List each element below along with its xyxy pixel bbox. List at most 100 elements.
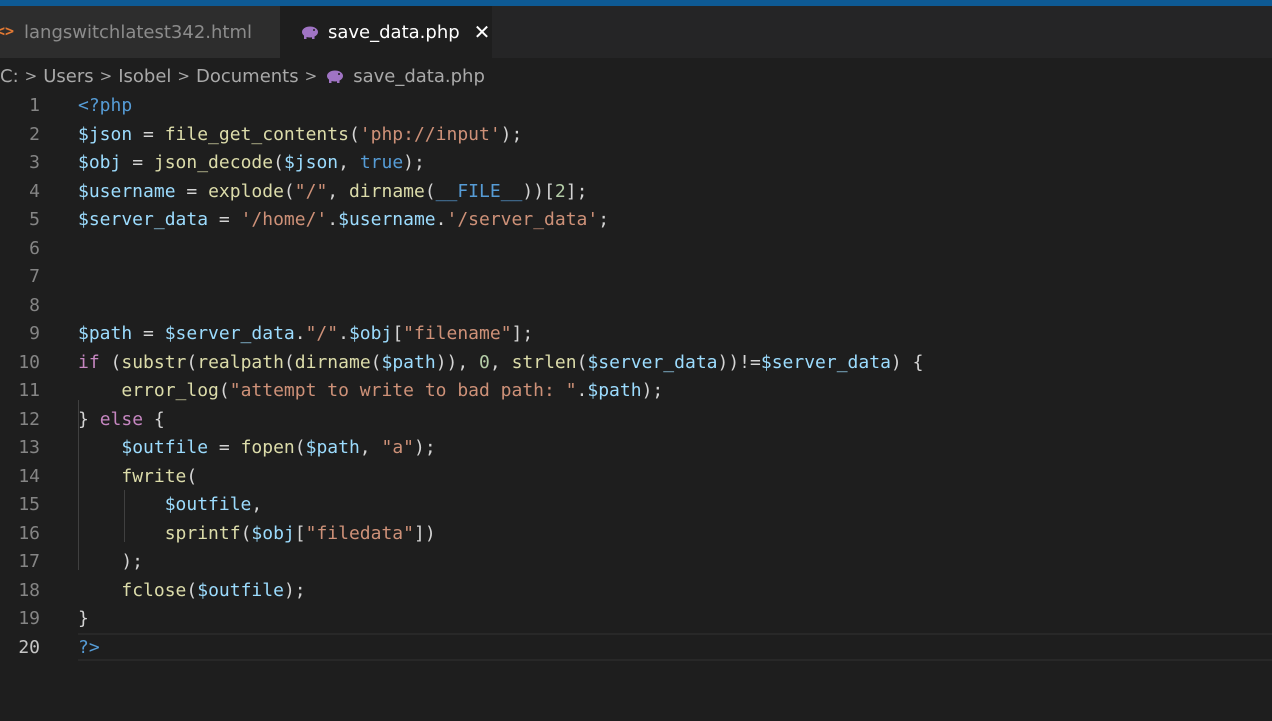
code-token: (	[186, 579, 198, 601]
code-token: }	[78, 408, 100, 430]
line-number: 10	[18, 351, 40, 373]
code-token: dirname	[348, 180, 425, 202]
code-token: "/"	[294, 180, 328, 202]
code-line[interactable]: 10 if (substr(realpath(dirname($path)), 0…	[0, 349, 1272, 377]
code-token: json_decode	[153, 152, 274, 173]
code-line[interactable]: 20 ?>	[0, 632, 1272, 662]
close-icon[interactable]: ✕	[474, 22, 491, 42]
code-token: ,	[251, 494, 263, 515]
code-token: (	[283, 351, 295, 373]
code-token: (	[370, 351, 382, 373]
code-line[interactable]: 7	[0, 263, 1272, 291]
line-number: 5	[29, 209, 40, 230]
code-token: ,	[489, 351, 512, 373]
breadcrumb-documents[interactable]: Documents	[196, 66, 299, 87]
code-token: ,	[338, 152, 360, 173]
code-token: .	[327, 209, 339, 230]
code-line[interactable]: 15 $outfile,	[0, 491, 1272, 519]
breadcrumb-drive[interactable]: C:	[0, 66, 19, 87]
code-token: $json	[283, 152, 339, 173]
code-token: $server_data	[78, 209, 209, 230]
code-line[interactable]: 19}	[0, 605, 1272, 633]
code-token: $server_data	[587, 351, 718, 373]
code-token: );	[641, 380, 664, 401]
line-number: 3	[29, 152, 40, 173]
tab-save-data-php[interactable]: save_data.php ✕	[280, 6, 492, 58]
code-line[interactable]: 5 $server_data = '/home/'.$username.'/ser…	[0, 206, 1272, 234]
code-token: $outfile	[164, 494, 252, 515]
code-line[interactable]: 11 error_log("attempt to write to bad pa…	[0, 377, 1272, 405]
code-token: "a"	[381, 437, 414, 458]
code-token: $path	[381, 351, 436, 373]
code-token: =	[175, 180, 209, 202]
code-token: }	[78, 608, 89, 629]
code-line[interactable]: 14 fwrite(	[0, 463, 1272, 491]
code-token: (	[240, 522, 252, 544]
code-line[interactable]: 6	[0, 235, 1272, 263]
breadcrumb-users[interactable]: Users	[43, 66, 93, 87]
code-line[interactable]: 8	[0, 292, 1272, 320]
code-token: $outfile	[197, 579, 284, 601]
code-token: $server_data	[760, 351, 891, 373]
breadcrumb-isobel[interactable]: Isobel	[118, 66, 171, 87]
code-token: $outfile	[121, 437, 209, 458]
line-number: 1	[29, 95, 40, 116]
line-number: 18	[18, 579, 40, 601]
code-token: $username	[78, 180, 176, 202]
code-line[interactable]: 9 $path = $server_data."/".$obj["filename…	[0, 320, 1272, 348]
code-token: __FILE__	[435, 180, 523, 202]
code-line[interactable]: 17 );	[0, 548, 1272, 576]
code-line[interactable]: 2 $json = file_get_contents('php://input'…	[0, 121, 1272, 149]
code-line[interactable]: 4 $username = explode("/", dirname(__FILE…	[0, 178, 1272, 206]
code-token: <?php	[78, 95, 133, 116]
tab-label: save_data.php	[328, 21, 460, 43]
code-token: [	[294, 522, 306, 544]
code-token: );	[78, 551, 144, 572]
code-token: ) {	[890, 351, 924, 373]
code-text: <?php	[78, 92, 132, 120]
code-line[interactable]: 1 <?php	[0, 92, 1272, 120]
line-number: 20	[18, 636, 40, 658]
line-number: 7	[29, 266, 40, 287]
line-number: 13	[18, 437, 40, 458]
tab-label: langswitchlatest342.html	[24, 21, 253, 43]
code-token: error_log	[121, 380, 219, 401]
code-token: ))!=	[717, 351, 761, 373]
code-token: (	[348, 123, 360, 145]
breadcrumb: C: > Users > Isobel > Documents > save_d…	[0, 64, 485, 88]
line-number: 11	[18, 380, 40, 401]
code-token: $path	[587, 380, 642, 401]
code-text: ?>	[78, 634, 100, 662]
code-token: ])	[413, 522, 436, 544]
code-token: ))[	[522, 180, 555, 202]
code-line[interactable]: 16 sprintf($obj["filedata"])	[0, 520, 1272, 548]
code-token: explode	[208, 180, 284, 202]
code-token: "/"	[305, 323, 339, 344]
code-text: $outfile = fopen($path, "a");	[78, 434, 435, 462]
code-token: "filename"	[403, 323, 512, 344]
line-number: 4	[29, 180, 40, 202]
tab-langswitchlatest342[interactable]: <> langswitchlatest342.html	[0, 6, 280, 58]
code-token: $obj	[78, 152, 122, 173]
line-number: 6	[29, 237, 40, 259]
code-token: .	[294, 323, 306, 344]
code-line[interactable]: 18 fclose($outfile);	[0, 577, 1272, 605]
code-text: if (substr(realpath(dirname($path)), 0, …	[78, 349, 923, 377]
code-line[interactable]: 13 $outfile = fopen($path, "a");	[0, 434, 1272, 462]
code-line[interactable]: 3 $obj = json_decode($json, true);	[0, 149, 1272, 177]
line-number: 19	[18, 608, 40, 629]
code-line[interactable]: 12} else {	[0, 406, 1272, 434]
code-token: sprintf	[164, 522, 241, 544]
code-token: '/server_data'	[446, 209, 599, 230]
code-text: fclose($outfile);	[78, 577, 306, 605]
code-token: $obj	[251, 522, 295, 544]
code-token: );	[283, 579, 306, 601]
line-number: 16	[18, 522, 40, 544]
code-token: $json	[78, 123, 133, 145]
code-token: (	[218, 380, 230, 401]
chevron-right-icon: >	[177, 67, 190, 85]
breadcrumb-file[interactable]: save_data.php	[353, 66, 485, 87]
